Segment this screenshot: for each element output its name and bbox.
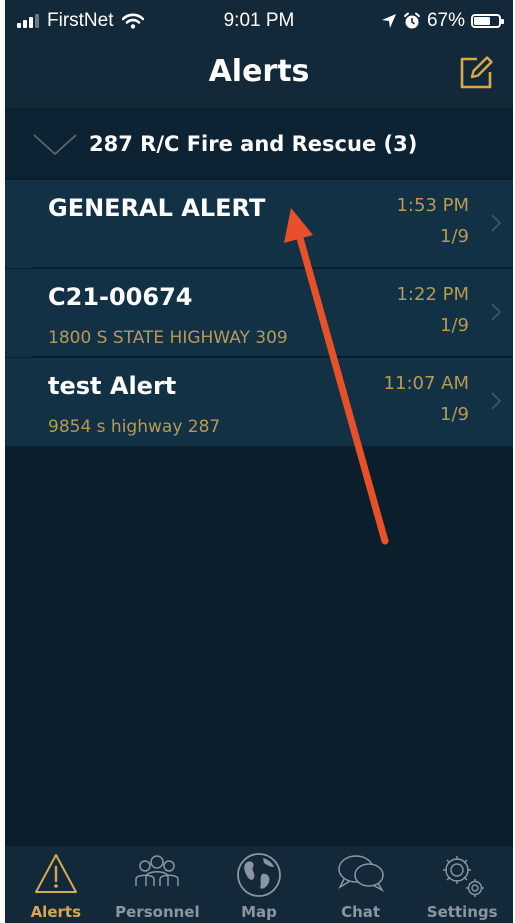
alert-title: test Alert: [48, 372, 177, 400]
row-divider: [32, 267, 513, 268]
tab-map[interactable]: Map: [208, 846, 310, 923]
alert-row-c21-00674[interactable]: C21-00674 1800 S STATE HIGHWAY 309 1:22 …: [5, 269, 513, 357]
compose-button[interactable]: [457, 54, 495, 92]
alert-row-test-alert[interactable]: test Alert 9854 s highway 287 11:07 AM 1…: [5, 358, 513, 446]
tab-label: Settings: [426, 903, 498, 921]
tab-settings[interactable]: Settings: [411, 846, 513, 923]
chevron-right-icon: [491, 214, 501, 232]
signal-strength-icon: [17, 14, 41, 28]
group-header[interactable]: 287 R/C Fire and Rescue (3): [5, 110, 513, 178]
status-bar: FirstNet 9:01 PM 67%: [5, 0, 513, 42]
alert-title: C21-00674: [48, 283, 193, 311]
battery-percentage: 67%: [426, 10, 465, 31]
battery-icon: [471, 14, 504, 28]
alarm-clock-icon: [403, 12, 420, 29]
status-bar-left: FirstNet: [17, 10, 144, 32]
chat-icon: [337, 855, 384, 892]
group-title: 287 R/C Fire and Rescue (3): [89, 132, 418, 156]
people-icon: [135, 855, 180, 886]
tab-label: Map: [241, 903, 277, 921]
carrier-name: FirstNet: [47, 10, 114, 31]
tab-label: Alerts: [30, 903, 81, 921]
alert-count: 1/9: [440, 315, 469, 336]
alert-address: 1800 S STATE HIGHWAY 309: [48, 328, 288, 348]
status-bar-right: 67%: [381, 10, 504, 32]
wifi-icon: [121, 13, 144, 29]
alert-count: 1/9: [440, 404, 469, 425]
alert-time: 1:22 PM: [396, 284, 469, 305]
location-arrow-icon: [381, 14, 396, 28]
chevron-right-icon: [491, 392, 501, 410]
tab-personnel[interactable]: Personnel: [107, 846, 209, 923]
chevron-down-icon: [33, 134, 77, 156]
tab-chat[interactable]: Chat: [310, 846, 412, 923]
gears-icon: [443, 856, 485, 897]
tab-bar: Alerts Personnel Map Chat Settings: [5, 846, 513, 923]
row-divider: [32, 356, 513, 357]
phone-screen: FirstNet 9:01 PM 67% Alerts 287 R/C Fire…: [5, 0, 513, 923]
chevron-right-icon: [491, 303, 501, 321]
warning-icon: [34, 854, 77, 893]
globe-icon: [237, 853, 281, 897]
tab-alerts[interactable]: Alerts: [5, 846, 107, 923]
alert-title: GENERAL ALERT: [48, 194, 266, 222]
tab-label: Chat: [341, 903, 381, 921]
tab-label: Personnel: [115, 903, 200, 921]
nav-header: Alerts: [5, 42, 513, 108]
alert-row-general-alert[interactable]: GENERAL ALERT 1:53 PM 1/9: [5, 180, 513, 268]
alert-address: 9854 s highway 287: [48, 417, 221, 437]
page-title: Alerts: [208, 54, 310, 89]
alert-count: 1/9: [440, 226, 469, 247]
compose-icon: [460, 56, 493, 89]
alert-time: 1:53 PM: [396, 195, 469, 216]
alert-time: 11:07 AM: [383, 373, 469, 394]
